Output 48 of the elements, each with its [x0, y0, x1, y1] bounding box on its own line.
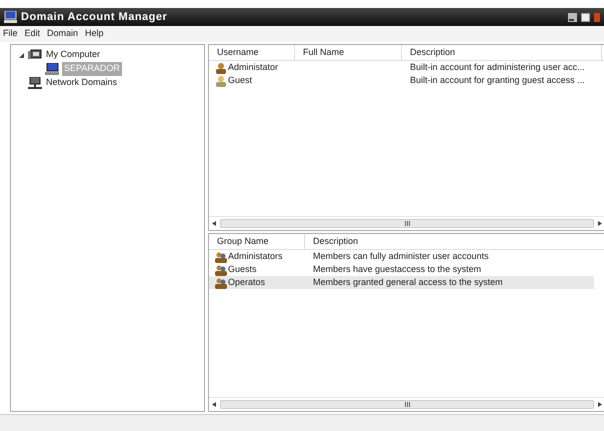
- table-cell-text: Administator: [228, 60, 278, 74]
- table-row[interactable]: Guest Built-in account for granting guest access ...: [209, 74, 604, 87]
- table-row[interactable]: Administator Built-in account for administering user acc...: [209, 61, 604, 74]
- table-cell-text: Members have guestaccess to the system: [312, 262, 482, 276]
- table-cell-text: Guests: [228, 262, 257, 276]
- column-header[interactable]: Description: [402, 45, 602, 60]
- table-row[interactable]: Administators Members can fully administer user accounts: [209, 250, 594, 263]
- computer-icon: [28, 49, 42, 61]
- menu-item[interactable]: Domain: [47, 27, 78, 41]
- scroll-right-icon[interactable]: [598, 402, 602, 407]
- column-header[interactable]: Full Name: [295, 45, 402, 60]
- menu-item[interactable]: File: [3, 27, 18, 41]
- scrollbar-thumb[interactable]: [220, 400, 594, 409]
- table-cell-text: Members can fully administer user accounts: [312, 250, 489, 263]
- expand-arrow-icon[interactable]: [19, 52, 25, 58]
- scrollbar-thumb[interactable]: [220, 219, 594, 228]
- group-icon: [215, 264, 227, 276]
- close-icon[interactable]: [594, 12, 600, 22]
- grip-icon: [404, 402, 410, 407]
- column-header[interactable]: Username: [209, 45, 295, 60]
- column-header[interactable]: Group Name: [209, 234, 305, 249]
- scroll-left-icon[interactable]: [212, 221, 216, 226]
- tree-item[interactable]: My Computer: [45, 48, 102, 62]
- scroll-left-icon[interactable]: [212, 402, 216, 407]
- table-cell-text: Guest: [228, 74, 252, 87]
- table-row[interactable]: Guests Members have guestaccess to the system: [209, 263, 594, 276]
- network-icon: [28, 77, 42, 89]
- window-title: Domain Account Manager: [21, 10, 168, 25]
- computer-icon: [4, 11, 17, 23]
- table-cell-text: Members granted general access to the system: [312, 276, 503, 289]
- group-icon: [215, 250, 227, 262]
- maximize-icon[interactable]: [581, 12, 590, 22]
- table-row[interactable]: Operatos Members granted general access to the system: [209, 276, 594, 289]
- column-header[interactable]: Description: [305, 234, 604, 249]
- table-cell-text: Built-in account for granting guest access ...: [409, 74, 585, 87]
- scroll-right-icon[interactable]: [598, 221, 602, 226]
- minimize-icon[interactable]: [568, 12, 577, 22]
- menu-item[interactable]: Edit: [24, 27, 40, 41]
- table-cell-text: Built-in account for administering user acc...: [409, 60, 585, 74]
- group-icon: [215, 276, 227, 288]
- table-cell-text: Administators: [228, 250, 283, 263]
- monitor-icon: [45, 63, 59, 75]
- user-icon: [215, 62, 227, 74]
- table-cell-text: Operatos: [228, 276, 266, 289]
- menu-item[interactable]: Help: [85, 27, 104, 41]
- user-icon: [215, 74, 227, 86]
- tree-item[interactable]: Network Domains: [45, 76, 118, 90]
- grip-icon: [404, 221, 410, 226]
